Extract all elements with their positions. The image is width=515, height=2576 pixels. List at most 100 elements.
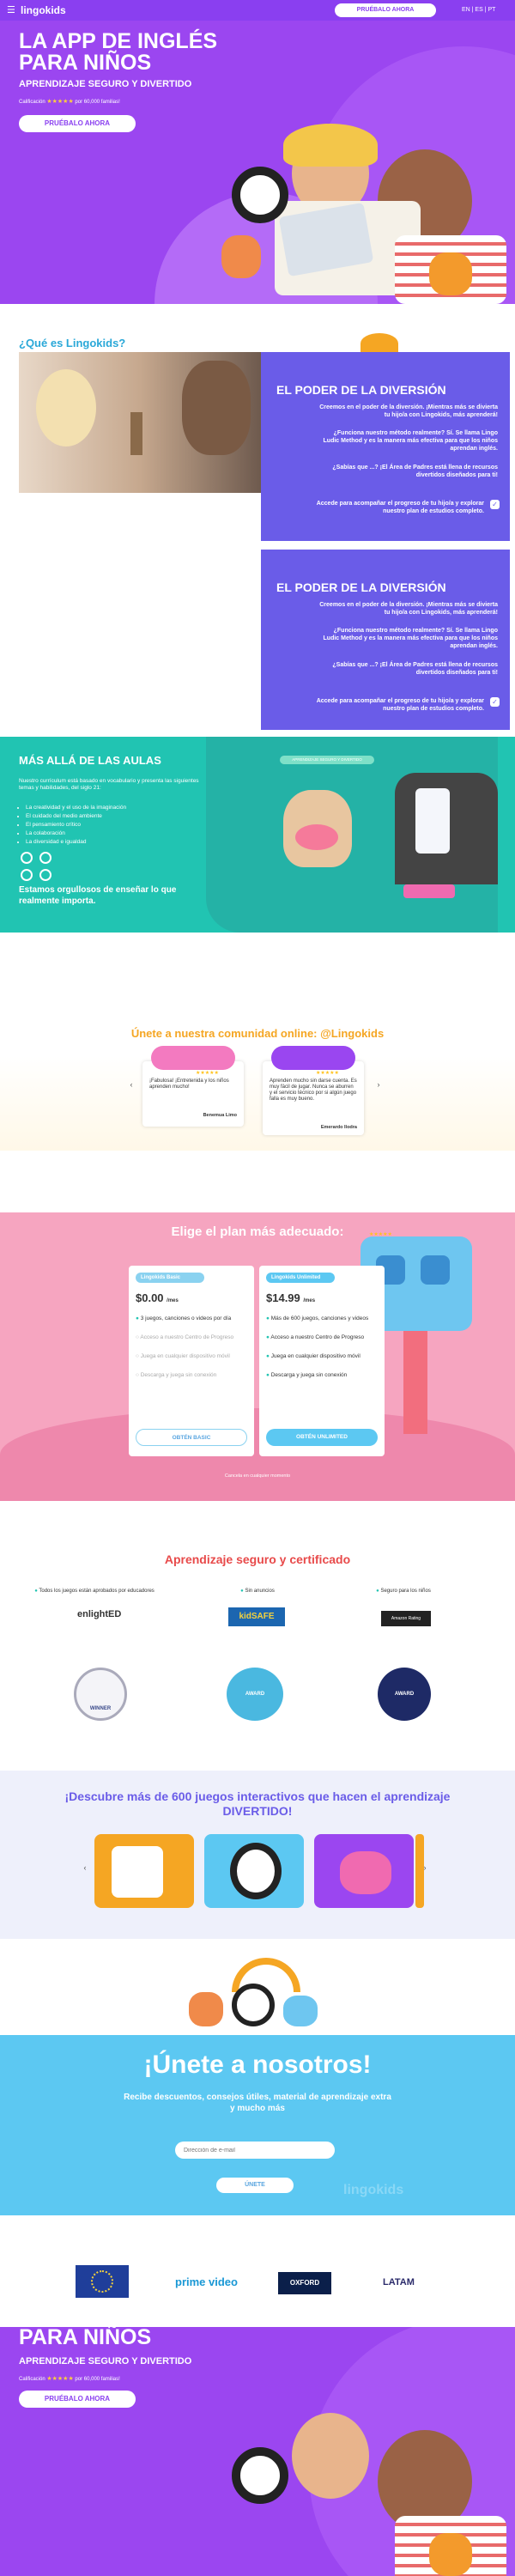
feature-label: Descarga y juega sin conexión [270,1372,348,1378]
cert-col-label: ● Seguro para los niños [352,1589,455,1594]
feature-label: Juega en cualquier dispositivo móvil [270,1353,360,1359]
hero-subtitle: APRENDIZAJE SEGURO Y DIVERTIDO [19,79,192,89]
father-photo-illustration [182,361,251,455]
mascots-group-icon [151,1046,235,1070]
award-badge-icon: AWARD [227,1668,283,1721]
join-title: ¡Únete a nosotros! [143,2050,372,2079]
plan-feature: ○ Descarga y juega sin conexión [136,1372,249,1379]
top-nav-bar [0,0,515,21]
review-card: ★★★★★ Aprenden mucho sin darse cuenta. E… [263,1046,364,1135]
rating-label: Calificación [19,100,45,105]
plan-feature: ● Juega en cualquier dispositivo móvil [266,1353,379,1360]
award-seal-icon: WINNER [74,1668,127,1721]
feature-label: Acceso a nuestro Centro de Progreso [140,1334,234,1340]
cert-col-label: ● Sin anuncios [206,1589,309,1594]
child-face-illustration [292,2413,369,2499]
beyond-intro: Nuestro currículum está basado en vocabu… [19,778,199,791]
rating-label: Calificación [19,2377,45,2382]
beyond-closing: Estamos orgullosos de enseñar lo que rea… [19,885,177,906]
join-button[interactable]: ÚNETE [216,2178,294,2193]
chevron-left-icon[interactable]: ‹ [127,1080,136,1089]
nav-try-now-button[interactable]: PRUÉBALO AHORA [335,3,436,17]
panel-heading: EL PODER DE LA DIVERSIÓN [276,383,446,397]
brain-icon [21,869,33,881]
kidsafe-logo: kidSAFE [228,1607,285,1626]
review-text: ¡Fabulosa! ¡Entretenida y los niños apre… [149,1078,229,1090]
plan-price-period: /mes [167,1298,179,1303]
plan-feature: ○ Acceso a nuestro Centro de Progreso [136,1334,249,1341]
enlighted-logo: enlightED [77,1609,122,1619]
team-icon [39,869,52,881]
award-medal-icon: AWARD [378,1668,431,1721]
eu-stars-icon [91,2270,113,2293]
email-field[interactable] [175,2142,335,2159]
community-title: Únete a nuestra comunidad online: @Lingo… [130,1027,385,1040]
topic-item: La creatividad y el uso de la imaginació… [26,804,206,812]
feature-label: 3 juegos, canciones o videos por día [140,1315,232,1321]
fox-mascot-icon [221,235,261,278]
review-stars-icon: ★★★★★ [196,1071,219,1076]
fox-mascot-icon [189,1992,223,2026]
hero-title-line1: LA APP DE INGLÉS [19,29,218,53]
rating-count: por 60,000 familias! [75,100,120,105]
game-thumbnail[interactable] [314,1834,414,1908]
vase-illustration [130,412,142,455]
plan-tag: Lingokids Unlimited [266,1273,335,1283]
cert-col-label: ● Todos los juegos están aprobados por e… [34,1589,154,1594]
plan-feature: ● 3 juegos, canciones o videos por día [136,1315,249,1322]
cert-label-text: Seguro para los niños [380,1589,431,1594]
plan-feature: ● Más de 600 juegos, canciones y videos [266,1315,379,1322]
hero-title-line2: PARA NIÑOS [19,51,152,75]
discover-title: ¡Descubre más de 600 juegos interactivos… [64,1789,451,1818]
hero-try-now-button-repeat[interactable]: PRUÉBALO AHORA [19,2391,136,2408]
robot-eye-icon [421,1255,450,1285]
join-watermark-logo: lingokids [343,2183,404,2197]
section-title-what-is: ¿Qué es Lingokids? [19,337,126,349]
get-unlimited-button[interactable]: OBTÉN UNLIMITED [266,1429,378,1446]
certified-title: Aprendizaje seguro y certificado [164,1552,351,1566]
panda-mascot-icon [232,1984,275,2026]
game-thumbnail[interactable] [94,1834,194,1908]
cart-icon [403,884,455,898]
fun-power-panel: EL PODER DE LA DIVERSIÓN Creemos en el p… [261,352,510,541]
language-switcher[interactable]: EN | ES | PT [462,7,495,13]
review-author: Emerardo Ilodra [320,1125,357,1130]
logo[interactable]: lingokids [21,4,66,16]
topic-item: El pensamiento crítico [26,821,206,829]
topic-item: El cuidado del medio ambiente [26,812,206,821]
get-basic-button[interactable]: OBTÉN BASIC [136,1429,247,1446]
fun-power-panel-repeat: EL PODER DE LA DIVERSIÓN Creemos en el p… [261,550,510,730]
star-rating-icon: ★★★★★ [46,2376,74,2382]
chevron-right-icon[interactable]: › [374,1080,383,1089]
plan-feature: ○ Juega en cualquier dispositivo móvil [136,1353,249,1360]
mascots-group-icon [340,1851,391,1894]
beyond-topics-list: La creatividad y el uso de la imaginació… [26,804,206,847]
plan-price: $14.99 /mes [266,1291,315,1304]
creativity-icon [21,852,33,864]
game-thumbnail[interactable] [204,1834,304,1908]
prime-video-logo: prime video [175,2275,238,2288]
parents-area-icon: ✓ [490,500,500,509]
mascot-peek-icon [360,333,398,354]
cert-label-text: Sin anuncios [245,1589,275,1594]
plans-footnote: Cancela en cualquier momento [224,1473,291,1479]
review-text: Aprenden mucho sin darse cuenta. Es muy … [270,1078,357,1102]
hero-rating-repeat: Calificación ★★★★★ por 60,000 familias! [19,2375,120,2382]
plan-price: $0.00 /mes [136,1291,179,1304]
plan-price-value: $0.00 [136,1291,164,1304]
cat-mascot-icon [429,2533,472,2576]
robot-stars-icon: ★★★★★ [369,1232,392,1237]
panel-heading: EL PODER DE LA DIVERSIÓN [276,580,446,594]
hero-try-now-button[interactable]: PRUÉBALO AHORA [19,115,136,132]
cert-label-text: Todos los juegos están aprobados por edu… [39,1589,154,1594]
cat-mascot-icon [429,252,472,295]
plan-tag: Lingokids Basic [136,1273,204,1283]
mascots-group-icon [271,1046,355,1070]
bird-mascot-icon [283,1996,318,2026]
feature-label: Descarga y juega sin conexión [140,1372,217,1378]
game-clock-icon [112,1846,163,1898]
panda-mascot-icon [232,2447,288,2504]
chevron-left-icon[interactable]: ‹ [81,1863,89,1872]
hamburger-menu-icon[interactable]: ☰ [7,6,17,15]
plan-card-basic: Lingokids Basic $0.00 /mes ● 3 juegos, c… [129,1266,254,1456]
